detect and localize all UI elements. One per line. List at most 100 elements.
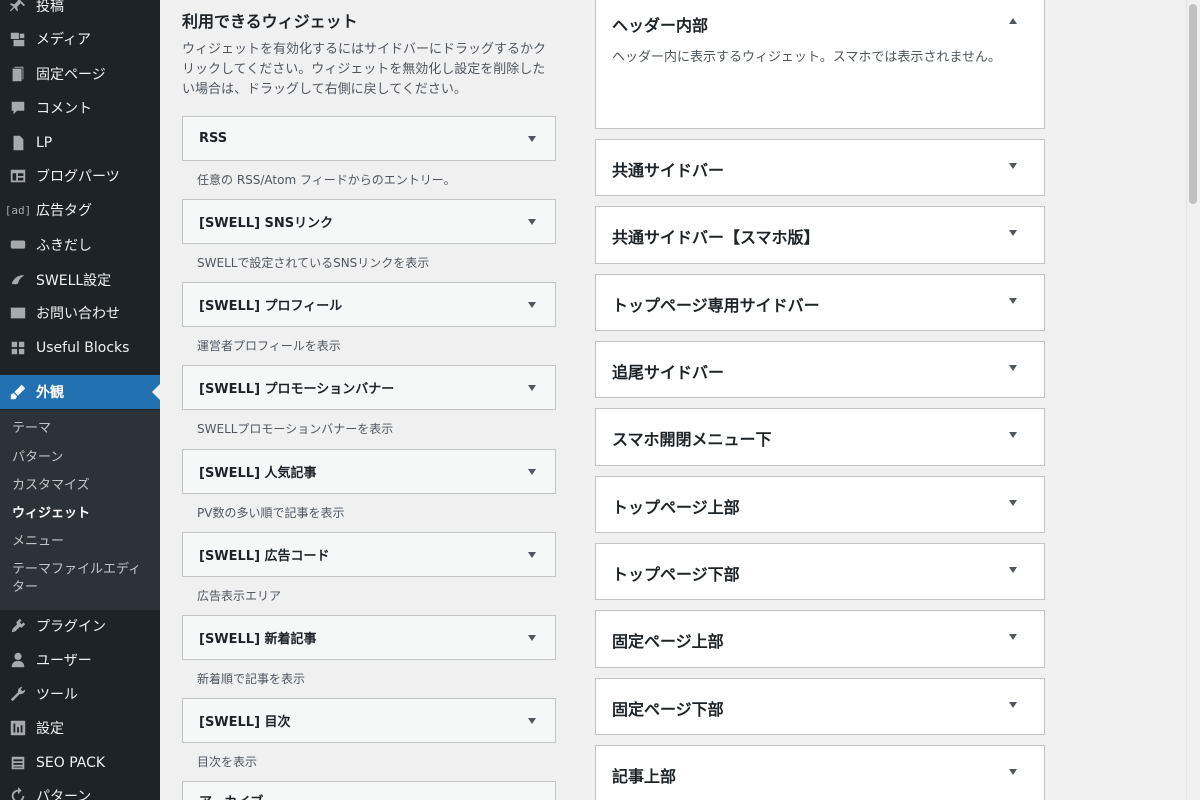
available-widgets-title: 利用できるウィジェット — [182, 12, 358, 31]
expand-arrow-icon[interactable] — [1006, 159, 1020, 173]
widget-archives[interactable]: アーカイブ — [182, 781, 556, 800]
widget-title: [SWELL] プロフィール — [199, 299, 343, 314]
widget-swell-sns-link[interactable]: [SWELL] SNSリンク — [182, 199, 556, 244]
submenu-themes[interactable]: テーマ — [12, 420, 152, 438]
scrollbar-thumb[interactable] — [1189, 4, 1197, 204]
menu-ad-tags[interactable]: [ad] 広告タグ — [0, 193, 160, 227]
menu-settings[interactable]: 設定 — [0, 711, 160, 745]
widget-description: 新着順で記事を表示 — [197, 672, 306, 686]
plugin-icon — [0, 617, 36, 635]
menu-label: 広告タグ — [36, 203, 92, 219]
menu-label: SEO PACK — [36, 755, 106, 771]
expand-arrow-icon[interactable] — [525, 630, 539, 646]
menu-label: ふきだし — [36, 238, 92, 254]
area-title: スマホ開閉メニュー下 — [612, 430, 772, 449]
menu-label: コメント — [36, 101, 92, 117]
expand-arrow-icon[interactable] — [1006, 563, 1020, 577]
menu-contact[interactable]: お問い合わせ — [0, 296, 160, 330]
menu-label: プラグイン — [36, 619, 106, 635]
area-top-page-lower[interactable]: トップページ下部 — [595, 543, 1045, 600]
blocks-icon — [0, 339, 36, 357]
submenu-customize[interactable]: カスタマイズ — [12, 477, 152, 495]
menu-useful-blocks[interactable]: Useful Blocks — [0, 331, 160, 365]
expand-arrow-icon[interactable] — [525, 297, 539, 313]
area-sticky-sidebar[interactable]: 追尾サイドバー — [595, 341, 1045, 398]
menu-tools[interactable]: ツール — [0, 677, 160, 711]
swell-icon — [0, 271, 36, 289]
widget-description: SWELLで設定されているSNSリンクを表示 — [197, 256, 430, 270]
expand-arrow-icon[interactable] — [1006, 496, 1020, 510]
expand-arrow-icon[interactable] — [525, 380, 539, 396]
expand-arrow-icon[interactable] — [525, 547, 539, 563]
menu-label: LP — [36, 135, 53, 151]
menu-media[interactable]: メディア — [0, 22, 160, 56]
expand-arrow-icon[interactable] — [1006, 765, 1020, 779]
expand-arrow-icon[interactable] — [1006, 226, 1020, 240]
expand-arrow-icon[interactable] — [1006, 361, 1020, 375]
ad-icon: [ad] — [4, 203, 32, 217]
expand-arrow-icon[interactable] — [1006, 698, 1020, 712]
area-top-page-upper[interactable]: トップページ上部 — [595, 476, 1045, 533]
current-indicator — [152, 384, 160, 400]
widget-description: 目次を表示 — [197, 755, 258, 769]
expand-arrow-icon[interactable] — [525, 214, 539, 230]
menu-seo-pack[interactable]: SEO PACK — [0, 746, 160, 780]
menu-fukidashi[interactable]: ふきだし — [0, 228, 160, 262]
menu-appearance[interactable]: 外観 — [0, 375, 160, 409]
widget-title: [SWELL] SNSリンク — [199, 216, 334, 231]
scrollbar-track[interactable] — [1186, 0, 1200, 800]
expand-arrow-icon[interactable] — [1006, 294, 1020, 308]
widget-title: [SWELL] プロモーションバナー — [199, 382, 395, 397]
expand-arrow-icon[interactable] — [525, 131, 539, 147]
menu-blog-parts[interactable]: ブログパーツ — [0, 159, 160, 193]
submenu-widgets[interactable]: ウィジェット — [12, 505, 152, 523]
menu-users[interactable]: ユーザー — [0, 643, 160, 677]
expand-arrow-icon[interactable] — [1006, 428, 1020, 442]
area-mobile-menu-bottom[interactable]: スマホ開閉メニュー下 — [595, 408, 1045, 466]
widget-swell-promotion-banner[interactable]: [SWELL] プロモーションバナー — [182, 365, 556, 410]
area-title: 記事上部 — [612, 767, 677, 786]
comment-icon — [0, 99, 36, 117]
widget-swell-ad-code[interactable]: [SWELL] 広告コード — [182, 532, 556, 577]
menu-plugins[interactable]: プラグイン — [0, 609, 160, 643]
widget-swell-popular-posts[interactable]: [SWELL] 人気記事 — [182, 449, 556, 494]
widget-description: 任意の RSS/Atom フィードからのエントリー。 — [197, 173, 456, 187]
area-post-upper[interactable]: 記事上部 — [595, 745, 1045, 800]
menu-pages[interactable]: 固定ページ — [0, 57, 160, 91]
collapse-arrow-icon[interactable] — [1006, 14, 1020, 28]
widget-title: RSS — [199, 131, 228, 146]
menu-label: メディア — [36, 32, 92, 48]
widget-swell-profile[interactable]: [SWELL] プロフィール — [182, 282, 556, 327]
expand-arrow-icon[interactable] — [525, 464, 539, 480]
area-page-upper[interactable]: 固定ページ上部 — [595, 610, 1045, 668]
widget-description: SWELLプロモーションバナーを表示 — [197, 422, 394, 436]
area-header-inner[interactable]: ヘッダー内部 ヘッダー内に表示するウィジェット。スマホでは表示されません。 — [595, 0, 1045, 129]
available-widgets-description: ウィジェットを有効化するにはサイドバーにドラッグするかクリックしてください。ウィ… — [182, 42, 547, 97]
area-common-sidebar[interactable]: 共通サイドバー — [595, 139, 1045, 196]
widget-rss[interactable]: RSS — [182, 116, 556, 161]
menu-patterns[interactable]: パターン — [0, 779, 160, 800]
area-title: 固定ページ上部 — [612, 632, 724, 651]
widget-swell-new-posts[interactable]: [SWELL] 新着記事 — [182, 615, 556, 660]
wrench-icon — [0, 685, 36, 703]
widget-title: [SWELL] 新着記事 — [199, 632, 317, 647]
area-page-lower[interactable]: 固定ページ下部 — [595, 678, 1045, 735]
submenu-patterns[interactable]: パターン — [12, 449, 152, 467]
expand-arrow-icon[interactable] — [1006, 630, 1020, 644]
submenu-menus[interactable]: メニュー — [12, 533, 152, 551]
area-top-page-sidebar[interactable]: トップページ専用サイドバー — [595, 274, 1045, 331]
menu-comments[interactable]: コメント — [0, 91, 160, 125]
menu-swell-settings[interactable]: SWELL設定 — [0, 263, 160, 297]
widget-title: [SWELL] 目次 — [199, 715, 291, 730]
list-icon — [0, 754, 36, 772]
area-common-sidebar-mobile[interactable]: 共通サイドバー【スマホ版】 — [595, 206, 1045, 264]
menu-label: Useful Blocks — [36, 340, 130, 356]
expand-arrow-icon[interactable] — [525, 713, 539, 729]
area-title: トップページ上部 — [612, 498, 740, 517]
widget-description: 広告表示エリア — [197, 589, 282, 603]
menu-lp[interactable]: LP — [0, 126, 160, 160]
menu-posts[interactable]: 投稿 — [0, 0, 160, 23]
widget-swell-toc[interactable]: [SWELL] 目次 — [182, 698, 556, 743]
submenu-theme-file-editor[interactable]: テーマファイルエディター — [12, 561, 147, 597]
area-title: トップページ下部 — [612, 565, 740, 584]
